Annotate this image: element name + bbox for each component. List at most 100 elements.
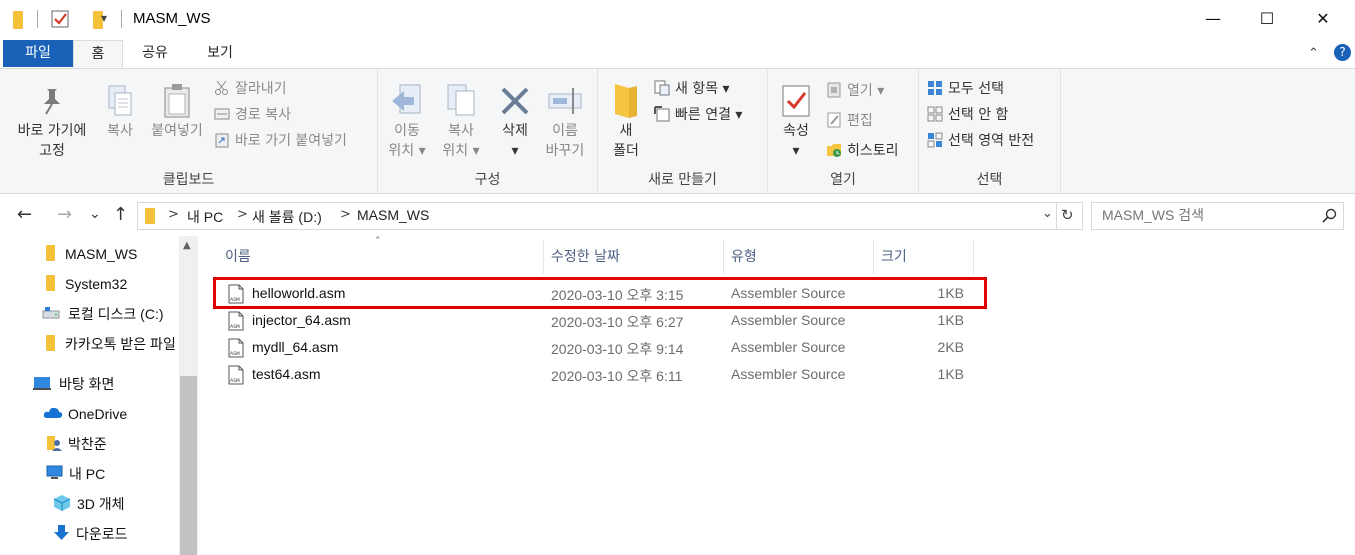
column-header-type[interactable]: 유형 (725, 240, 873, 274)
cut-button[interactable]: 잘라내기 (214, 77, 287, 99)
column-header-size[interactable]: 크기 (875, 240, 973, 274)
properties-button[interactable]: 속성 ▾ (774, 81, 818, 161)
svg-text:ASM: ASM (230, 324, 240, 330)
svg-text:ASM: ASM (230, 378, 240, 384)
sidebar-scrollbar[interactable]: ▲ (179, 236, 198, 555)
new-item-button[interactable]: 새 항목 ▾ (654, 77, 730, 99)
sidebar-item-label: 바탕 화면 (59, 376, 115, 392)
select-group-label: 선택 (976, 172, 1003, 188)
sidebar-item-label: MASM_WS (65, 246, 138, 262)
table-row[interactable]: ASM test64.asm 2020-03-10 오후 6:11 Assemb… (214, 361, 979, 388)
column-divider[interactable] (873, 240, 874, 274)
file-date: 2020-03-10 오후 6:11 (551, 368, 683, 384)
select-all-button[interactable]: 모두 선택 (927, 77, 1004, 99)
sidebar-item-kakaotalk[interactable]: 카카오톡 받은 파일 (0, 331, 178, 357)
column-divider[interactable] (973, 240, 974, 274)
edit-button[interactable]: 편집 (826, 109, 873, 131)
open-icon (826, 82, 842, 98)
easy-access-button[interactable]: 빠른 연결 ▾ (654, 103, 742, 125)
tab-home[interactable]: 홈 (73, 40, 123, 69)
column-header-name[interactable]: 이름 (219, 240, 543, 274)
help-icon[interactable]: ? (1334, 44, 1351, 61)
maximize-button[interactable]: ☐ (1241, 0, 1293, 38)
copy-button[interactable]: 복사 (100, 81, 140, 141)
breadcrumb-item[interactable]: 새 볼륨 (D:) (252, 207, 322, 227)
table-row[interactable]: ASM mydll_64.asm 2020-03-10 오후 9:14 Asse… (214, 334, 979, 361)
open-button[interactable]: 열기 ▾ (826, 79, 884, 101)
table-row[interactable]: ASM injector_64.asm 2020-03-10 오후 6:27 A… (214, 307, 979, 334)
search-input[interactable] (1102, 207, 1302, 223)
select-group: 모두 선택 선택 안 함 선택 영역 반전 선택 (919, 69, 1061, 193)
rename-icon (542, 81, 588, 121)
sidebar-item-label: 박찬준 (68, 436, 107, 452)
paste-shortcut-icon (214, 132, 230, 148)
recent-locations-button[interactable]: ⌄ (89, 206, 101, 222)
copy-to-label: 복사 위치 ▾ (442, 123, 480, 159)
invert-selection-icon (927, 132, 943, 148)
delete-button[interactable]: 삭제 ▾ (492, 81, 538, 161)
sidebar-item-desktop[interactable]: 바탕 화면 (0, 371, 178, 397)
folder-icon (46, 244, 55, 264)
pin-label: 바로 가기에 고정 (17, 123, 87, 159)
quick-access-dropdown[interactable]: ▾ (101, 11, 107, 25)
window-title: MASM_WS (133, 10, 211, 27)
highlight-annotation (213, 277, 987, 309)
title-bar: ▾ MASM_WS — ☐ ✕ (0, 0, 1355, 38)
address-bar[interactable]: > 내 PC > 새 볼륨 (D:) > MASM_WS ⌄ ↻ (137, 202, 1083, 230)
rename-button[interactable]: 이름 바꾸기 (542, 81, 588, 161)
pin-quick-access-button[interactable]: 바로 가기에 고정 (8, 81, 96, 161)
select-none-button[interactable]: 선택 안 함 (927, 103, 1008, 125)
asm-file-icon: ASM (228, 365, 244, 388)
breadcrumb-item[interactable]: 내 PC (187, 207, 223, 227)
pc-icon (46, 465, 63, 483)
file-size: 1KB (937, 312, 964, 328)
new-folder-button[interactable]: 새 폴더 (604, 81, 648, 161)
tab-share[interactable]: 공유 (130, 40, 180, 69)
tab-file[interactable]: 파일 (3, 40, 73, 67)
file-date: 2020-03-10 오후 6:27 (551, 314, 684, 330)
search-icon[interactable] (1322, 208, 1337, 227)
sidebar-item-downloads[interactable]: 다운로드 (0, 521, 178, 547)
up-button[interactable]: ↑ (113, 204, 128, 225)
column-divider[interactable] (543, 240, 544, 274)
paste-shortcut-button[interactable]: 바로 가기 붙여넣기 (214, 129, 347, 151)
divider (37, 10, 38, 28)
sidebar-item-this-pc[interactable]: 내 PC (0, 461, 178, 487)
sidebar-item-user[interactable]: 박찬준 (0, 431, 178, 457)
paste-shortcut-label: 바로 가기 붙여넣기 (235, 133, 347, 149)
back-button[interactable]: ← (17, 204, 32, 225)
paste-button[interactable]: 붙여넣기 (144, 81, 210, 141)
properties-check-icon[interactable] (51, 10, 69, 32)
clipboard-icon (144, 81, 210, 121)
copy-to-button[interactable]: 복사 위치 ▾ (436, 81, 486, 161)
move-to-button[interactable]: 이동 위치 ▾ (382, 81, 432, 161)
sidebar-item-onedrive[interactable]: OneDrive (0, 401, 178, 427)
copy-icon (100, 81, 140, 121)
breadcrumb-item[interactable]: MASM_WS (357, 207, 429, 223)
refresh-icon[interactable]: ↻ (1061, 206, 1074, 224)
minimize-button[interactable]: — (1187, 0, 1239, 38)
invert-selection-button[interactable]: 선택 영역 반전 (927, 129, 1034, 151)
history-button[interactable]: 히스토리 (826, 139, 899, 161)
column-divider[interactable] (723, 240, 724, 274)
forward-button[interactable]: → (57, 204, 72, 225)
address-dropdown-icon[interactable]: ⌄ (1042, 206, 1053, 221)
search-box (1091, 202, 1344, 230)
column-header-date[interactable]: 수정한 날짜 (545, 240, 723, 274)
asm-file-icon: ASM (228, 338, 244, 361)
ribbon-collapse-button[interactable]: ⌃ (1308, 46, 1319, 61)
file-size: 2KB (937, 339, 964, 355)
sidebar-item-masm-ws[interactable]: MASM_WS (0, 241, 178, 267)
tab-view[interactable]: 보기 (195, 40, 245, 69)
sidebar-item-3d-objects[interactable]: 3D 개체 (0, 491, 178, 517)
navigation-pane: MASM_WS System32 로컬 디스크 (C:) 카카오톡 받은 파일 … (0, 236, 198, 555)
sidebar-item-system32[interactable]: System32 (0, 271, 178, 297)
organize-group-label: 구성 (474, 172, 501, 188)
sidebar-item-local-disk[interactable]: 로컬 디스크 (C:) (0, 301, 178, 327)
sidebar-item-label: OneDrive (68, 406, 128, 422)
close-button[interactable]: ✕ (1297, 0, 1349, 38)
scrollbar-thumb[interactable] (180, 376, 197, 555)
pin-icon (8, 81, 96, 121)
copy-path-button[interactable]: 경로 복사 (214, 103, 291, 125)
scroll-up-icon[interactable]: ▲ (183, 240, 191, 251)
